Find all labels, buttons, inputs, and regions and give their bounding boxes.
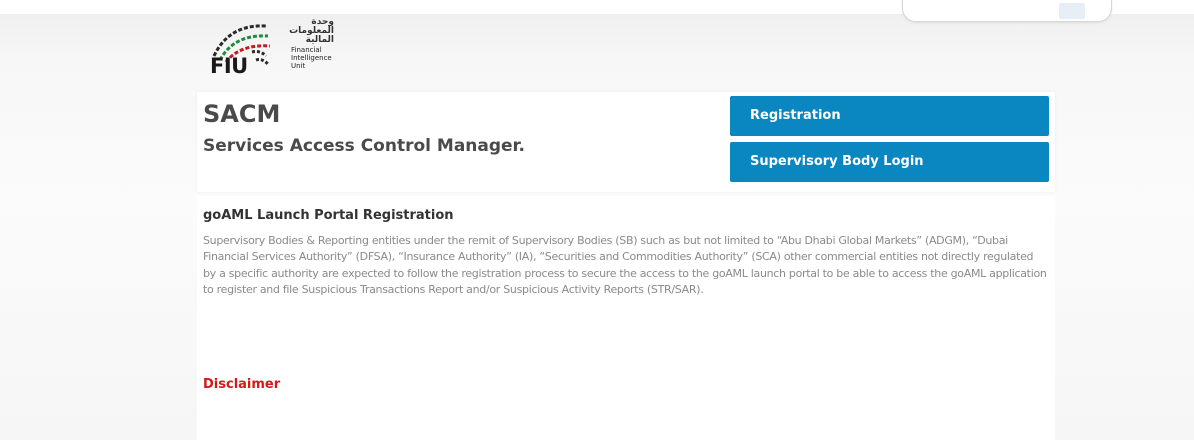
section-body: Supervisory Bodies & Reporting entities … (203, 234, 1047, 297)
disclaimer-heading[interactable]: Disclaimer (203, 377, 280, 392)
supervisory-body-login-button[interactable]: Supervisory Body Login (730, 142, 1049, 182)
section-title: goAML Launch Portal Registration (203, 208, 454, 223)
logo-english-name: Financial Intelligence Unit (291, 46, 332, 70)
logo-arabic-name: وحدة المعلومات المالية (289, 17, 334, 45)
search-box[interactable] (902, 0, 1112, 22)
app-title: SACM (203, 100, 281, 128)
logo-abbrev: FIU (210, 54, 248, 78)
registration-button[interactable]: Registration (730, 96, 1049, 136)
header-card: SACM Services Access Control Manager. Re… (197, 92, 1055, 192)
search-button[interactable] (1059, 3, 1085, 19)
app-subtitle: Services Access Control Manager. (203, 136, 525, 156)
content-card: goAML Launch Portal Registration Supervi… (197, 196, 1055, 440)
fiu-logo[interactable]: FIU وحدة المعلومات المالية Financial Int… (204, 16, 364, 79)
